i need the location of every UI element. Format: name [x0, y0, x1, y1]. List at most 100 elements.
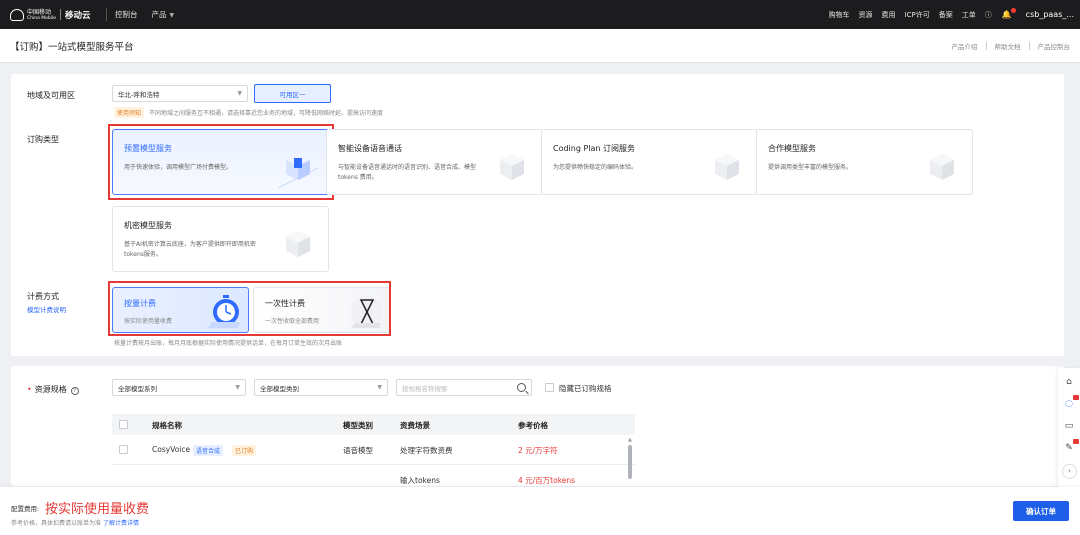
ordered-badge: 已订购 [232, 445, 257, 456]
bell-icon[interactable]: 🔔 [1002, 8, 1016, 19]
chevron-down-icon: ▼ [237, 90, 242, 97]
order-type-label: 订购类型 [27, 135, 59, 144]
order-type-card-confidential[interactable]: 机密模型服务 基于AI机密计算云底座，为客户提供即开即用机密tokens服务。 [112, 206, 329, 272]
order-type-name: 智能设备语音通话 [338, 144, 402, 153]
book-icon[interactable]: ▭ [1063, 420, 1075, 432]
select-all-checkbox[interactable] [119, 420, 128, 429]
order-type-card-partner[interactable]: 合作模型服务 提供调用类型丰富的模型服务。 [756, 129, 973, 195]
order-type-desc: 基于AI机密计算云底座，为客户提供即开即用机密tokens服务。 [124, 241, 256, 258]
zone-button[interactable]: 可用区一 [254, 84, 331, 103]
fee-note: 参考价格，具体扣费请以账单为准 了解计费详情 [11, 518, 139, 527]
nav-billing[interactable]: 费用 [882, 10, 896, 20]
link-product-intro[interactable]: 产品介绍 [952, 41, 978, 51]
resource-spec-card: • 资源规格? 全部模型系列 ▼ 全部模型类别 ▼ 按规格名称搜索 隐藏已订购规格… [11, 366, 1064, 486]
region-label: 地域及可用区 [27, 91, 75, 100]
region-notice: 使用须知 不同地域之间服务互不相通，请选择靠近您业务的地域，可降低网络时延、提高… [114, 107, 383, 118]
hide-ordered-checkbox[interactable] [545, 383, 554, 392]
grey-cube-icon [286, 231, 310, 257]
spec-search-input[interactable]: 按规格名称搜索 [396, 379, 532, 396]
chevron-down-icon: ▼ [377, 384, 382, 391]
scroll-up-icon[interactable]: ▲ [628, 437, 632, 443]
model-series-filter[interactable]: 全部模型系列 ▼ [112, 379, 246, 396]
fee-detail-link[interactable]: 了解计费详情 [103, 520, 139, 527]
grey-cube-icon [500, 154, 524, 180]
order-type-card-coding-plan[interactable]: Coding Plan 订阅服务 为您提供畅快稳定的编码体验。 [541, 129, 758, 195]
nav-filing[interactable]: 备案 [939, 10, 953, 20]
nav-ticket[interactable]: 工单 [962, 10, 976, 20]
notice-tag: 使用须知 [114, 107, 145, 118]
logo-separator [60, 9, 62, 20]
nav-products[interactable]: 产品 ▼ [152, 9, 175, 20]
order-type-desc: 为您提供畅快稳定的编码体验。 [553, 164, 638, 171]
chevron-down-icon: ▼ [169, 12, 175, 19]
table-header: 规格名称 模型类别 资费场景 参考价格 [112, 414, 635, 435]
order-type-name: 机密模型服务 [124, 221, 172, 230]
order-type-desc: 与智能设备语音通话时的语音识别、语音合成、模型 tokens 费用。 [338, 164, 477, 181]
hide-ordered-label[interactable]: 隐藏已订购规格 [559, 383, 612, 394]
notice-text: 不同地域之间服务互不相通，请选择靠近您业务的地域，可降低网络时延、提高访问速度 [149, 110, 384, 117]
resource-label: • 资源规格? [27, 384, 79, 395]
col-model-category: 模型类别 [343, 421, 373, 430]
brand-logo[interactable]: 中国移动 China Mobile 移动云 [0, 0, 106, 29]
nav-console[interactable]: 控制台 [115, 9, 138, 20]
edit-icon[interactable]: ✎ [1063, 439, 1079, 454]
spec-search-placeholder: 按规格名称搜索 [402, 384, 448, 393]
order-type-desc: 提供调用类型丰富的模型服务。 [768, 164, 853, 171]
region-select-value: 华北-呼和浩特 [118, 90, 160, 99]
resource-label-text: 资源规格 [34, 385, 67, 394]
link-product-console[interactable]: 产品控制台 [1038, 41, 1071, 51]
nav-right: 购物车 资源 费用 ICP许可 备案 工单 ⓘ 🔔 csb_paas_... [820, 0, 1074, 29]
nav-products-label: 产品 [151, 10, 167, 19]
highlight-billing [108, 281, 391, 336]
model-series-value: 全部模型系列 [118, 384, 157, 393]
col-ref-price: 参考价格 [518, 421, 548, 430]
order-config-card: 地域及可用区 华北-呼和浩特 ▼ 可用区一 使用须知 不同地域之间服务互不相通，… [11, 74, 1064, 356]
model-category-value: 全部模型类别 [260, 384, 299, 393]
nav-icp[interactable]: ICP许可 [905, 10, 930, 20]
billing-help-link[interactable]: 模型计费说明 [27, 304, 66, 314]
spec-name: CosyVoice [152, 445, 191, 454]
confirm-order-button[interactable]: 确认订单 [1013, 501, 1069, 521]
order-type-name: 合作模型服务 [768, 144, 816, 153]
region-select[interactable]: 华北-呼和浩特 ▼ [112, 85, 248, 102]
question-circle-icon[interactable]: ⓘ [985, 10, 992, 20]
col-spec-name: 规格名称 [152, 421, 182, 430]
title-bar: 【订购】一站式模型服务平台 产品介绍 帮助文档 产品控制台 [0, 29, 1080, 63]
order-type-name: Coding Plan 订阅服务 [553, 144, 636, 153]
headset-icon[interactable]: ◌ [1063, 395, 1079, 410]
table-scrollbar[interactable] [628, 445, 632, 479]
chevron-right-icon[interactable]: › [1062, 464, 1077, 479]
grey-cube-icon [715, 154, 739, 180]
order-type-card-voice[interactable]: 智能设备语音通话 与智能设备语音通话时的语音识别、语音合成、模型 tokens … [326, 129, 543, 195]
brand-cn: 中国移动 [27, 8, 52, 16]
link-help-docs[interactable]: 帮助文档 [995, 41, 1021, 51]
col-fee-scene: 资费场景 [400, 421, 430, 430]
home-icon[interactable]: ⌂ [1063, 376, 1075, 388]
china-mobile-logo-icon [10, 8, 24, 21]
nav-cart[interactable]: 购物车 [829, 10, 850, 20]
user-menu[interactable]: csb_paas_... [1026, 10, 1074, 19]
fee-value: 按实际使用量收费 [45, 502, 150, 517]
link-separator [1028, 41, 1030, 50]
nav-resources[interactable]: 资源 [859, 10, 873, 20]
model-category: 语音模型 [343, 446, 373, 455]
highlight-order-type [108, 124, 334, 200]
ref-price: 4 元/百万tokens [518, 476, 576, 485]
ref-price: 2 元/万字符 [518, 446, 558, 455]
fee-scene: 处理字符数资费 [400, 446, 453, 455]
model-category-filter[interactable]: 全部模型类别 ▼ [254, 379, 388, 396]
top-nav: 中国移动 China Mobile 移动云 控制台 产品 ▼ 购物车 资源 费用 … [0, 0, 1080, 29]
title-links: 产品介绍 帮助文档 产品控制台 [952, 41, 1071, 51]
order-footer: 配置费用: 按实际使用量收费 参考价格，具体扣费请以账单为准 了解计费详情 [0, 487, 1080, 535]
nav-divider [106, 8, 107, 21]
required-asterisk: • [27, 385, 32, 394]
brand-name: 中国移动 China Mobile [27, 9, 56, 21]
brand-en: China Mobile [27, 15, 57, 21]
row-divider [112, 464, 635, 465]
fee-label: 配置费用: [11, 505, 40, 513]
row-checkbox[interactable] [119, 445, 128, 454]
page-title: 【订购】一站式模型服务平台 [10, 41, 134, 53]
spec-type-badge: 语音合成 [193, 445, 224, 456]
search-icon[interactable] [517, 383, 526, 392]
question-circle-icon[interactable]: ? [70, 387, 79, 395]
